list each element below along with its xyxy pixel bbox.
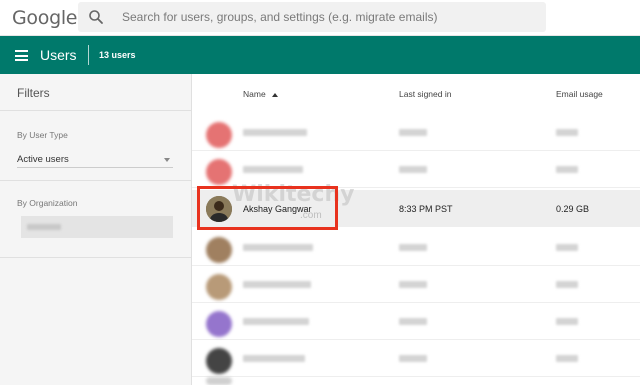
redacted-text [243,244,313,251]
filters-sidebar: Filters By User Type Active users By Org… [0,74,192,385]
top-bar: Google Search for users, groups, and set… [0,0,640,36]
search-input[interactable]: Search for users, groups, and settings (… [122,10,437,24]
redacted-text [556,244,578,251]
divider [0,257,191,258]
redacted-text [399,166,427,173]
redacted-text [399,318,427,325]
highlight-annotation [197,186,338,230]
redacted-text [243,355,305,362]
org-selector[interactable] [21,216,173,238]
redacted-text [399,244,427,251]
header-divider [88,45,89,65]
table-row[interactable] [192,377,640,385]
avatar [206,311,232,337]
table-row-selected[interactable]: Wikitechy .com Akshay Gangwar 8:33 PM PS… [192,182,640,230]
email-usage: 0.29 GB [556,204,590,214]
menu-icon[interactable] [15,50,28,61]
table-row[interactable] [192,229,640,266]
avatar [206,274,232,300]
last-signed-in: 8:33 PM PST [399,204,453,214]
users-count: 13 users [99,50,136,60]
org-label: By Organization [17,198,78,208]
redacted-text [243,166,303,173]
divider [0,110,191,111]
redacted-text [27,224,61,230]
redacted-text [399,281,427,288]
users-header-bar: Users 13 users [0,36,640,74]
chevron-down-icon [164,158,170,162]
user-type-label: By User Type [17,130,68,140]
user-type-select[interactable]: Active users [17,154,173,168]
sort-ascending-icon[interactable] [271,92,278,97]
redacted-text [556,281,578,288]
avatar [206,122,232,148]
users-list: Name Last signed in Email usage Wikitech… [192,74,640,385]
column-header-email-usage[interactable]: Email usage [556,89,603,99]
redacted-text [399,355,427,362]
redacted-text [399,129,427,136]
redacted-text [556,166,578,173]
user-type-value: Active users [17,154,69,165]
avatar [206,377,232,385]
avatar [206,237,232,263]
table-row[interactable] [192,303,640,340]
table-row[interactable] [192,340,640,377]
redacted-text [556,355,578,362]
divider [0,180,191,181]
table-row[interactable] [192,266,640,303]
column-header-name[interactable]: Name [243,89,278,99]
search-box[interactable]: Search for users, groups, and settings (… [78,2,546,32]
avatar [206,348,232,374]
avatar [206,159,232,185]
google-logo[interactable]: Google [12,7,78,29]
redacted-text [243,318,309,325]
search-icon[interactable] [88,9,104,25]
redacted-text [556,129,578,136]
column-header-last-signed-in[interactable]: Last signed in [399,89,451,99]
table-row[interactable] [192,114,640,151]
page-title: Users [40,47,77,63]
filters-title: Filters [17,86,50,100]
redacted-text [556,318,578,325]
redacted-text [243,281,311,288]
redacted-text [243,129,307,136]
